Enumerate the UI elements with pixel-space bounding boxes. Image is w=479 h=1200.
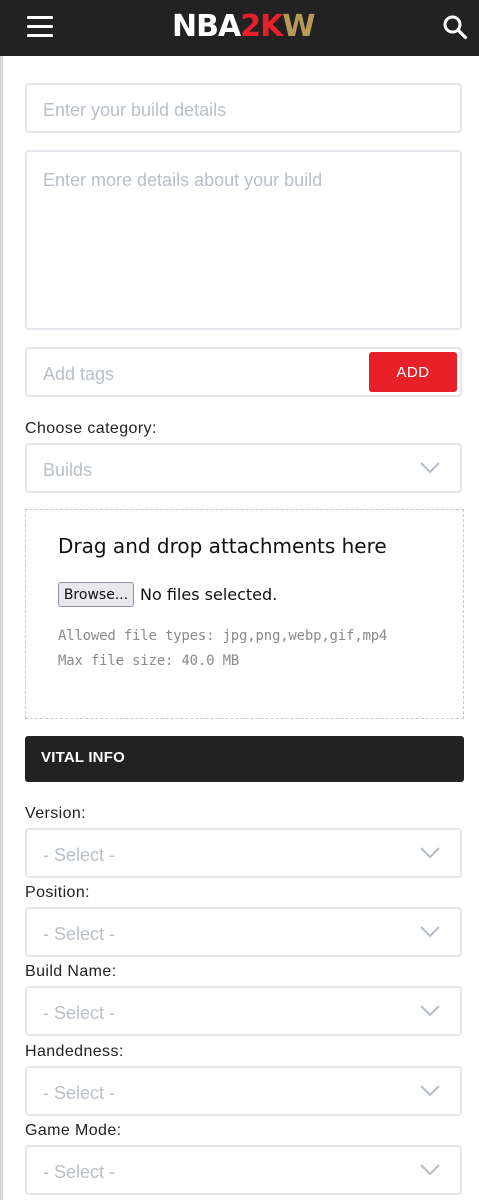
- file-status: No files selected.: [140, 585, 278, 604]
- build-details-textarea[interactable]: Enter more details about your build: [25, 150, 462, 330]
- build-title-placeholder: Enter your build details: [43, 100, 227, 120]
- version-value: - Select -: [43, 845, 116, 865]
- category-label: Choose category:: [25, 420, 157, 437]
- game-mode-label: Game Mode:: [25, 1122, 122, 1139]
- allowed-file-types: Allowed file types: jpg,png,webp,gif,mp4: [58, 628, 388, 644]
- dropzone-title: Drag and drop attachments here: [58, 534, 387, 558]
- chevron-down-icon: [420, 847, 440, 859]
- chevron-down-icon: [420, 1005, 440, 1017]
- site-logo[interactable]: NBA2KW: [172, 8, 315, 46]
- handedness-value: - Select -: [43, 1083, 116, 1103]
- site-header: NBA2KW: [0, 0, 479, 56]
- build-name-label: Build Name:: [25, 963, 117, 980]
- handedness-label: Handedness:: [25, 1043, 124, 1060]
- build-name-select[interactable]: - Select -: [25, 986, 462, 1036]
- version-select[interactable]: - Select -: [25, 828, 462, 878]
- position-label: Position:: [25, 884, 90, 901]
- position-select[interactable]: - Select -: [25, 907, 462, 957]
- browse-button[interactable]: Browse...: [58, 582, 134, 607]
- chevron-down-icon: [420, 1085, 440, 1097]
- chevron-down-icon: [420, 1164, 440, 1176]
- logo-part-2k: 2K: [240, 9, 283, 44]
- chevron-down-icon: [420, 462, 440, 474]
- search-icon[interactable]: [442, 14, 468, 40]
- version-label: Version:: [25, 805, 87, 822]
- build-name-value: - Select -: [43, 1003, 116, 1023]
- game-mode-value: - Select -: [43, 1162, 116, 1182]
- build-title-input[interactable]: Enter your build details: [25, 83, 462, 133]
- chevron-down-icon: [420, 926, 440, 938]
- vital-info-header: VITAL INFO: [25, 736, 464, 782]
- max-file-size: Max file size: 40.0 MB: [58, 653, 240, 669]
- position-value: - Select -: [43, 924, 116, 944]
- attachments-dropzone[interactable]: Drag and drop attachments here Browse...…: [25, 509, 464, 719]
- logo-part-nba: NBA: [172, 9, 241, 44]
- menu-icon[interactable]: [27, 16, 53, 38]
- build-details-placeholder: Enter more details about your build: [43, 170, 323, 190]
- category-select[interactable]: Builds: [25, 443, 462, 493]
- logo-part-w: W: [282, 9, 315, 44]
- tags-placeholder: Add tags: [43, 364, 115, 384]
- add-tag-button[interactable]: ADD: [369, 352, 457, 392]
- tags-input[interactable]: Add tags ADD: [25, 347, 462, 397]
- category-value: Builds: [43, 460, 93, 480]
- handedness-select[interactable]: - Select -: [25, 1066, 462, 1116]
- page-left-border: [0, 56, 3, 1200]
- vital-info-title: VITAL INFO: [41, 749, 125, 766]
- game-mode-select[interactable]: - Select -: [25, 1145, 462, 1195]
